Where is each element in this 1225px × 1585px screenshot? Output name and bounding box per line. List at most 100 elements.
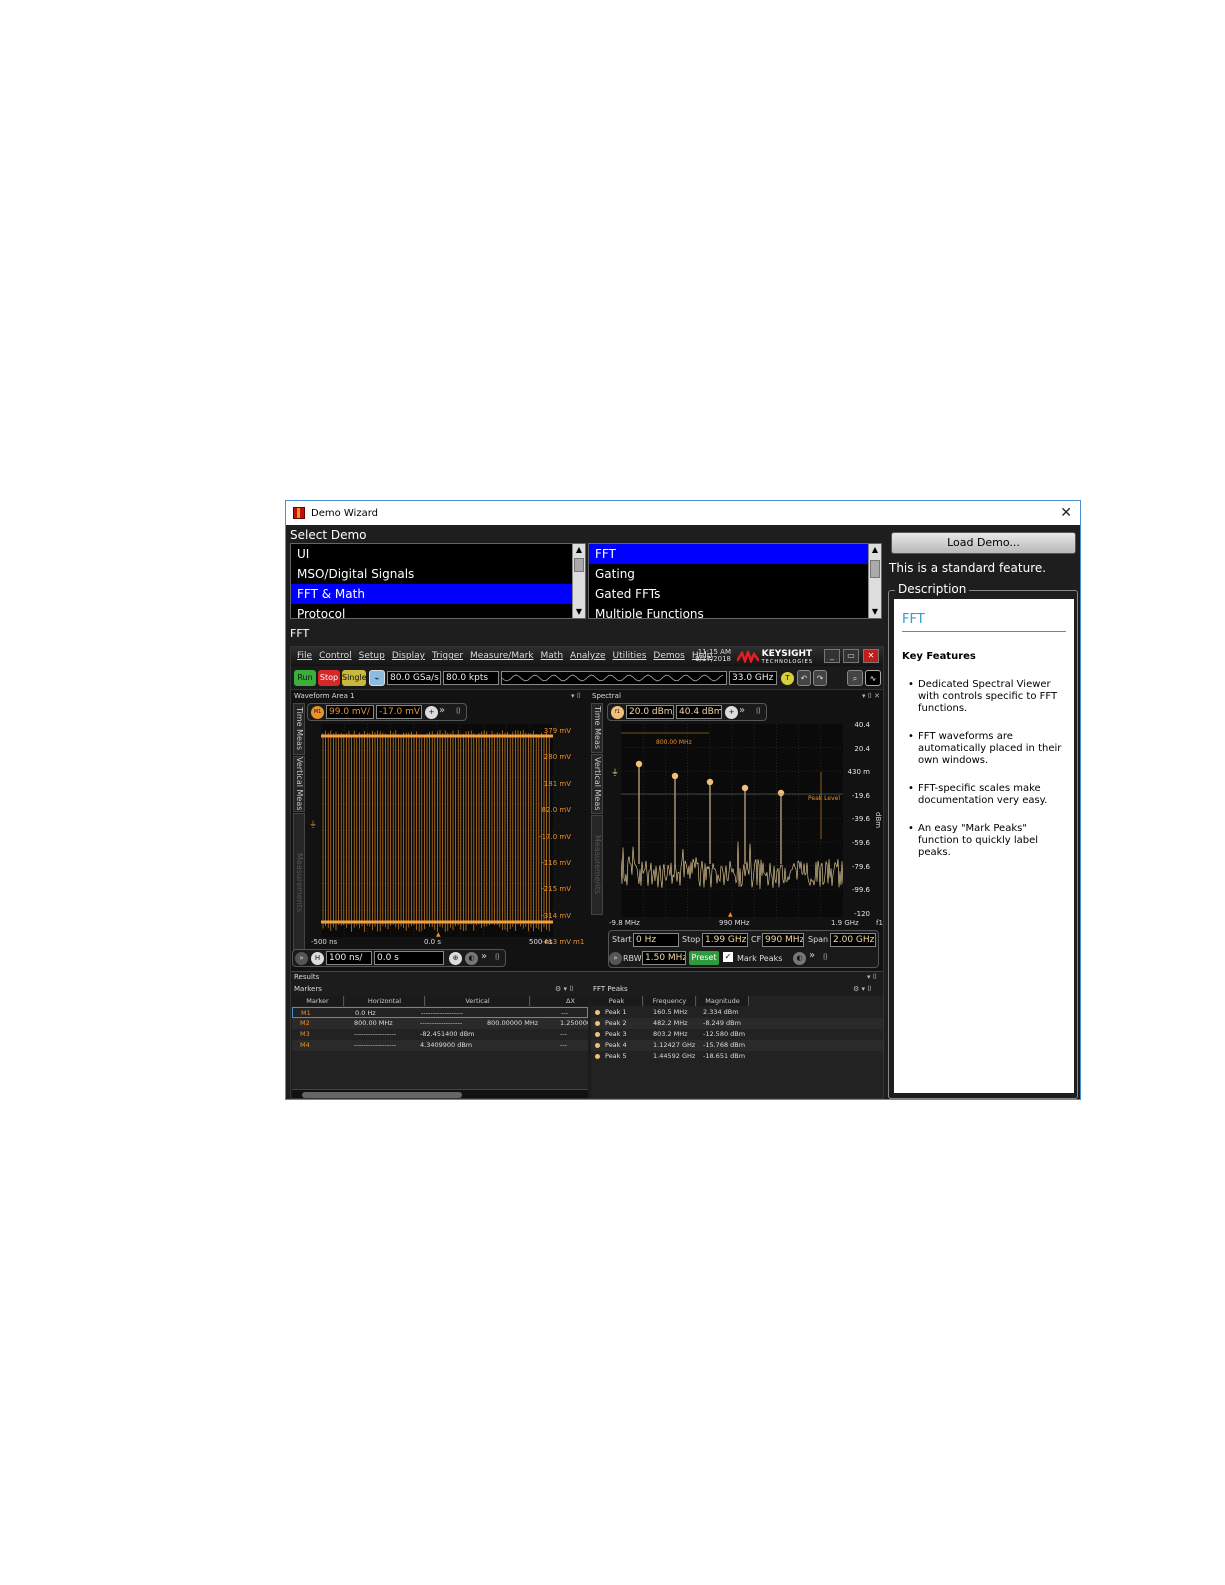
category-item[interactable]: MSO/Digital Signals bbox=[291, 564, 585, 584]
pin-icon[interactable]: ⌷ bbox=[756, 706, 761, 716]
spectral-offset-field[interactable]: 40.4 dBm bbox=[676, 705, 722, 719]
scroll-down-icon[interactable]: ▼ bbox=[869, 606, 881, 618]
maximize-icon[interactable]: ▭ bbox=[843, 649, 859, 663]
menu-file[interactable]: File bbox=[297, 651, 312, 661]
peaks-gear-icon[interactable]: ⚙ ▾ ⌷ bbox=[853, 984, 871, 995]
add-icon[interactable]: + bbox=[725, 706, 738, 719]
scope-close-icon[interactable]: ✕ bbox=[863, 649, 879, 663]
sample-rate-field[interactable]: 80.0 GSa/s bbox=[387, 671, 441, 685]
menu-utilities[interactable]: Utilities bbox=[613, 651, 647, 661]
tab-vertical-meas[interactable]: Vertical Meas bbox=[591, 754, 603, 814]
start-field[interactable]: 0 Hz bbox=[633, 933, 679, 947]
table-row[interactable]: M4 ------------------ 4.3409900 dBm --- bbox=[292, 1040, 588, 1051]
bandwidth-field[interactable]: 33.0 GHz bbox=[729, 671, 777, 685]
table-row[interactable]: M1 0.0 Hz ------------------ --- bbox=[292, 1007, 588, 1018]
rbw-field[interactable]: 1.50 MHz bbox=[642, 951, 686, 965]
tab-measurements[interactable]: Measurements bbox=[293, 813, 305, 953]
demo-list[interactable]: FFT Gating Gated FFTs Multiple Functions ▲ … bbox=[588, 543, 882, 619]
scroll-thumb[interactable] bbox=[870, 560, 880, 578]
undo-icon[interactable]: ↶ bbox=[797, 670, 811, 686]
tab-measurements[interactable]: Measurements bbox=[591, 815, 603, 915]
tab-time-meas[interactable]: Time Meas bbox=[293, 703, 305, 755]
scroll-thumb[interactable] bbox=[574, 558, 584, 572]
pin-icon[interactable]: ⌷ bbox=[495, 952, 500, 962]
menu-display[interactable]: Display bbox=[392, 651, 425, 661]
peak-column-header[interactable]: Peak bbox=[591, 996, 643, 1006]
memory-depth-field[interactable]: 80.0 kpts bbox=[443, 671, 499, 685]
single-button[interactable]: Single bbox=[342, 670, 367, 686]
delay-field[interactable]: 0.0 s bbox=[374, 951, 444, 965]
table-row[interactable]: M2 800.00 MHz ------------------ 800.00000 … bbox=[292, 1018, 588, 1029]
category-scrollbar[interactable]: ▲ ▼ bbox=[572, 544, 585, 618]
table-row[interactable]: Peak 3 803.2 MHz -12.580 dBm bbox=[591, 1029, 883, 1040]
demo-item[interactable]: Gated FFTs bbox=[589, 584, 881, 604]
knob-icon[interactable]: ◐ bbox=[465, 952, 478, 965]
demo-item[interactable]: FFT bbox=[589, 544, 881, 564]
mark-peaks-checkbox[interactable]: ✓ bbox=[723, 952, 733, 962]
table-row[interactable]: Peak 5 1.44592 GHz -18.651 dBm bbox=[591, 1051, 883, 1062]
vertical-offset-field[interactable]: -17.0 mV bbox=[376, 705, 422, 719]
expand-icon[interactable]: » bbox=[481, 951, 487, 962]
channel-badge[interactable]: M1 bbox=[311, 706, 324, 719]
marker-column-header[interactable]: Marker bbox=[292, 996, 344, 1006]
table-row[interactable]: Peak 2 482.2 MHz -8.249 dBm bbox=[591, 1018, 883, 1029]
spectral-window-icon[interactable]: ▾ ⌷ ✕ bbox=[862, 691, 880, 702]
peak-column-header[interactable]: Magnitude bbox=[697, 996, 749, 1006]
marker-column-header[interactable]: Horizontal bbox=[345, 996, 425, 1006]
menu-math[interactable]: Math bbox=[541, 651, 564, 661]
tab-vertical-meas[interactable]: Vertical Meas bbox=[293, 756, 305, 812]
tab-time-meas[interactable]: Time Meas bbox=[591, 703, 603, 753]
expand-icon[interactable]: » bbox=[809, 950, 815, 961]
results-pin-icon[interactable]: ▾ ⌷ bbox=[867, 972, 877, 983]
markers-gear-icon[interactable]: ⚙ ▾ ⌷ bbox=[555, 984, 573, 995]
add-icon[interactable]: + bbox=[425, 706, 438, 719]
scroll-thumb[interactable] bbox=[302, 1092, 462, 1098]
table-row[interactable]: M3 ------------------ -82.451400 dBm --- bbox=[292, 1029, 588, 1040]
stop-button[interactable]: Stop bbox=[318, 670, 340, 686]
menu-trigger[interactable]: Trigger bbox=[432, 651, 463, 661]
close-icon[interactable]: ✕ bbox=[1060, 505, 1072, 521]
preset-button[interactable]: Preset bbox=[689, 951, 719, 965]
function-badge[interactable]: f1 bbox=[611, 706, 624, 719]
timebase-badge[interactable]: H bbox=[311, 952, 324, 965]
scroll-up-icon[interactable]: ▲ bbox=[573, 544, 585, 556]
timebase-field[interactable]: 100 ns/ bbox=[326, 951, 372, 965]
category-item[interactable]: Protocol bbox=[291, 604, 585, 618]
redo-icon[interactable]: ↷ bbox=[813, 670, 827, 686]
pin-icon[interactable]: ⌷ bbox=[823, 952, 828, 962]
scroll-up-icon[interactable]: ▲ bbox=[869, 544, 881, 556]
run-button[interactable]: Run bbox=[294, 670, 316, 686]
zoom-icon[interactable]: ⌕ bbox=[847, 670, 863, 686]
marker-column-header[interactable]: Vertical bbox=[426, 996, 530, 1006]
panel-pin-icon[interactable]: ▾ ⌷ bbox=[571, 691, 581, 702]
spectral-scale-field[interactable]: 20.0 dBm/ bbox=[626, 705, 674, 719]
demo-item[interactable]: Gating bbox=[589, 564, 881, 584]
expand-icon[interactable]: » bbox=[439, 705, 445, 716]
expand-left-icon[interactable]: » bbox=[609, 952, 622, 965]
vertical-scale-field[interactable]: 99.0 mV/ bbox=[326, 705, 374, 719]
zoom-timebase-icon[interactable]: ⊕ bbox=[449, 952, 462, 965]
waveform-mode-icon[interactable]: ∿ bbox=[865, 670, 881, 686]
pin-icon[interactable]: ⌷ bbox=[456, 706, 461, 716]
category-item[interactable]: UI bbox=[291, 544, 585, 564]
auto-scale-icon[interactable]: ⌁ bbox=[369, 670, 385, 686]
marker-column-header[interactable]: ΔX bbox=[531, 996, 588, 1006]
center-frequency-field[interactable]: 990 MHz bbox=[762, 933, 804, 947]
table-row[interactable]: Peak 1 160.5 MHz 2.334 dBm bbox=[591, 1007, 883, 1018]
menu-demos[interactable]: Demos bbox=[653, 651, 684, 661]
menu-control[interactable]: Control bbox=[319, 651, 352, 661]
load-demo-button[interactable]: Load Demo... bbox=[891, 532, 1076, 554]
expand-icon[interactable]: » bbox=[739, 705, 745, 716]
demo-item[interactable]: Multiple Functions bbox=[589, 604, 881, 618]
expand-left-icon[interactable]: » bbox=[295, 952, 308, 965]
menu-analyze[interactable]: Analyze bbox=[570, 651, 605, 661]
menu-measure-mark[interactable]: Measure/Mark bbox=[470, 651, 533, 661]
trigger-badge[interactable]: T bbox=[781, 672, 794, 685]
table-row[interactable]: Peak 4 1.12427 GHz -15.768 dBm bbox=[591, 1040, 883, 1051]
category-list[interactable]: UI MSO/Digital Signals FFT & Math Protocol … bbox=[290, 543, 586, 619]
knob-icon[interactable]: ◐ bbox=[793, 952, 806, 965]
minimize-icon[interactable]: _ bbox=[824, 649, 840, 663]
category-item[interactable]: FFT & Math bbox=[291, 584, 585, 604]
demo-scrollbar[interactable]: ▲ ▼ bbox=[868, 544, 881, 618]
markers-hscrollbar[interactable] bbox=[292, 1089, 588, 1098]
